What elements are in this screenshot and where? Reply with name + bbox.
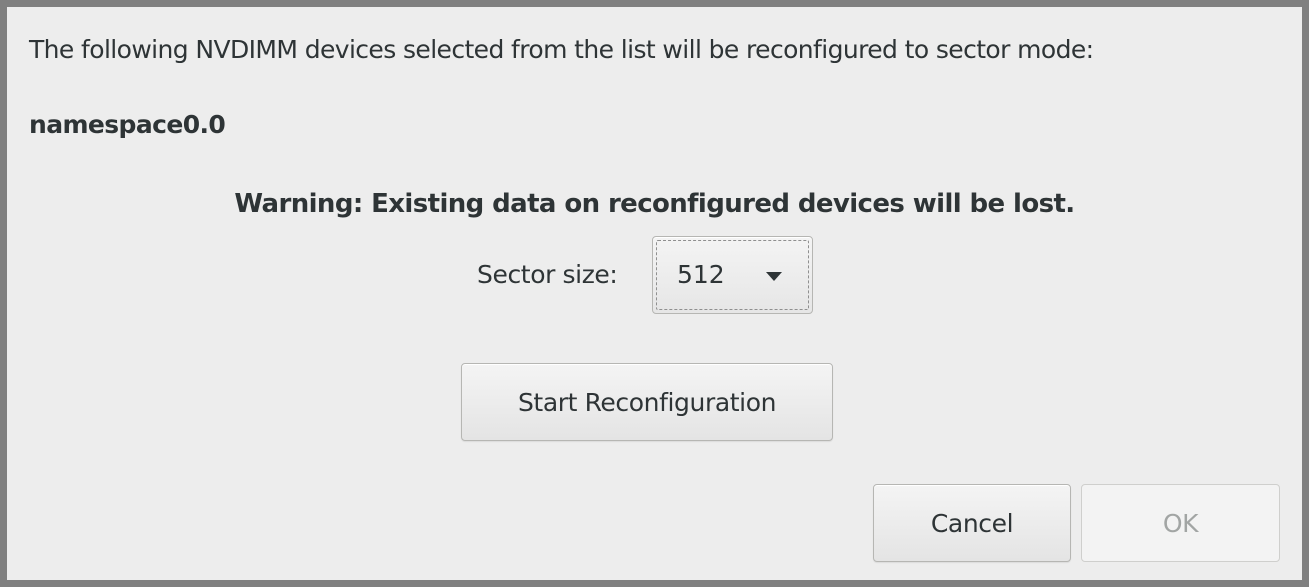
start-reconfiguration-button[interactable]: Start Reconfiguration bbox=[461, 363, 833, 441]
sector-size-dropdown[interactable]: 512 bbox=[652, 236, 813, 314]
device-name: namespace0.0 bbox=[29, 110, 226, 139]
reconfigure-dialog: The following NVDIMM devices selected fr… bbox=[0, 0, 1309, 587]
sector-size-label: Sector size: bbox=[477, 260, 618, 289]
chevron-down-icon bbox=[766, 272, 782, 281]
sector-size-value: 512 bbox=[677, 260, 725, 289]
warning-text: Warning: Existing data on reconfigured d… bbox=[234, 189, 1075, 219]
intro-text: The following NVDIMM devices selected fr… bbox=[29, 35, 1094, 64]
cancel-button[interactable]: Cancel bbox=[873, 484, 1071, 562]
ok-button[interactable]: OK bbox=[1081, 484, 1280, 562]
